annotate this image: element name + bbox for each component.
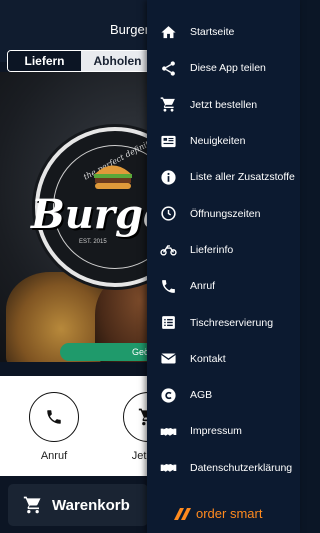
menu-item-privacy[interactable]: Datenschutzerklärung	[147, 450, 300, 486]
menu-item-label: Impressum	[190, 425, 242, 438]
cart-icon	[23, 496, 41, 514]
logo-est: EST. 2015	[79, 239, 107, 245]
menu-item-agb[interactable]: AGB	[147, 377, 300, 413]
menu-item-order-now[interactable]: Jetzt bestellen	[147, 87, 300, 123]
menu-item-impressum[interactable]: Impressum	[147, 413, 300, 449]
menu-item-label: Liste aller Zusatzstoffe	[190, 171, 295, 184]
call-action[interactable]: Anruf	[14, 392, 94, 462]
menu-item-additives[interactable]: Liste aller Zusatzstoffe	[147, 159, 300, 195]
menu-item-label: Anruf	[190, 280, 216, 293]
menu-item-label: Startseite	[190, 26, 235, 39]
cart-icon	[147, 96, 190, 113]
open-status-pill: Geö	[60, 343, 160, 361]
logo-burger-icon	[94, 165, 132, 189]
home-icon	[147, 24, 190, 41]
menu-item-label: Jetzt bestellen	[190, 98, 258, 111]
drawer-menu: Startseite Diese App teilen Jetzt bestel…	[147, 14, 300, 486]
menu-item-contact[interactable]: Kontakt	[147, 341, 300, 377]
menu-item-label: Kontakt	[190, 352, 226, 365]
order-smart-logo-icon	[174, 507, 191, 520]
tab-abholen[interactable]: Abholen	[81, 51, 154, 71]
menu-item-share-app[interactable]: Diese App teilen	[147, 50, 300, 86]
menu-item-news[interactable]: Neuigkeiten	[147, 123, 300, 159]
phone-icon	[29, 392, 79, 442]
list-icon	[147, 314, 190, 331]
menu-item-opening-hours[interactable]: Öffnungszeiten	[147, 195, 300, 231]
copyright-icon	[147, 387, 190, 404]
phone-icon	[147, 278, 190, 295]
menu-item-startseite[interactable]: Startseite	[147, 14, 300, 50]
menu-item-label: AGB	[190, 389, 213, 402]
menu-item-label: Tischreservierung	[190, 316, 274, 329]
menu-item-delivery-info[interactable]: Lieferinfo	[147, 232, 300, 268]
menu-item-label: Öffnungszeiten	[190, 207, 261, 220]
clock-icon	[147, 205, 190, 222]
menu-item-label: Datenschutzerklärung	[190, 461, 293, 474]
envelope-icon	[147, 350, 190, 367]
menu-item-label: Lieferinfo	[190, 243, 234, 256]
handshake-icon	[147, 459, 190, 476]
order-smart-brand: order smart	[174, 506, 262, 521]
motorbike-icon	[147, 241, 190, 258]
menu-item-label: Diese App teilen	[190, 62, 266, 75]
menu-item-table-reservation[interactable]: Tischreservierung	[147, 304, 300, 340]
menu-item-label: Neuigkeiten	[190, 135, 246, 148]
cart-label: Warenkorb	[52, 496, 130, 514]
menu-item-call[interactable]: Anruf	[147, 268, 300, 304]
handshake-icon	[147, 423, 190, 440]
brand-label: order smart	[196, 506, 263, 521]
news-icon	[147, 133, 190, 150]
call-action-label: Anruf	[40, 450, 68, 462]
info-icon	[147, 169, 190, 186]
app-title: Burger	[110, 22, 150, 37]
cart-button[interactable]: Warenkorb	[8, 484, 148, 526]
share-icon	[147, 60, 190, 77]
tab-liefern[interactable]: Liefern	[8, 51, 81, 71]
delivery-mode-toggle: Liefern Abholen	[7, 50, 155, 72]
side-drawer: Startseite Diese App teilen Jetzt bestel…	[147, 0, 300, 533]
